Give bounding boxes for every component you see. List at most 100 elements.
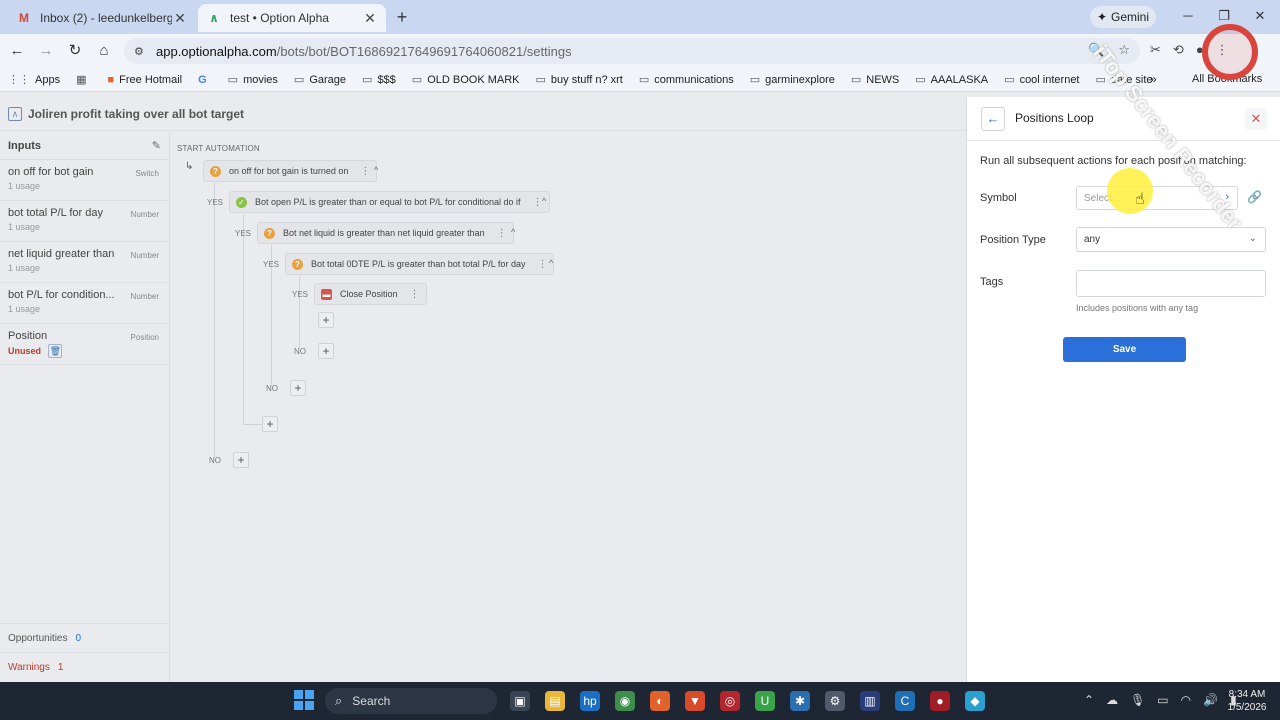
add-step-button[interactable]: +: [290, 380, 306, 396]
pencil-icon[interactable]: ✎: [152, 139, 161, 152]
file-explorer-icon[interactable]: ▤: [545, 691, 565, 711]
bookmark-folder[interactable]: ▭ cool internet: [1004, 73, 1079, 87]
bookmark-folder[interactable]: ▭ NEWS: [851, 73, 899, 87]
input-item[interactable]: net liquid greater than Number 1 usage: [0, 242, 169, 283]
window-close-icon[interactable]: ✕: [1248, 6, 1272, 26]
bookmarks-overflow-button[interactable]: »: [1150, 72, 1157, 86]
bookmark-folder[interactable]: ▭ AAALASKA: [915, 73, 988, 87]
new-tab-button[interactable]: +: [392, 7, 412, 27]
add-step-button[interactable]: +: [318, 343, 334, 359]
close-icon[interactable]: ✕: [1245, 108, 1267, 130]
warnings-row[interactable]: Warnings 1: [0, 652, 169, 681]
kebab-icon[interactable]: ⋮: [410, 289, 420, 300]
inputs-title: Inputs: [8, 139, 41, 152]
cloud-icon[interactable]: ☁: [1106, 693, 1118, 707]
input-item[interactable]: bot P/L for condition... Number 1 usage: [0, 283, 169, 324]
kebab-icon[interactable]: ⋮: [497, 228, 507, 239]
address-bar[interactable]: ⚙ app.optionalpha.com /bots/bot/BOT16869…: [124, 38, 1140, 64]
opportunities-row[interactable]: Opportunities 0: [0, 623, 169, 652]
tab-title: test • Option Alpha: [230, 11, 329, 25]
c-app-icon[interactable]: C: [895, 691, 915, 711]
forward-arrow-icon[interactable]: →: [35, 41, 57, 61]
wifi-icon[interactable]: ◠: [1181, 693, 1191, 707]
tab-option-alpha[interactable]: ∧ test • Option Alpha ✕: [198, 4, 386, 32]
bookmark-folder[interactable]: ▭ date site: [1096, 73, 1153, 87]
back-arrow-icon[interactable]: ←: [6, 41, 28, 61]
zoom-icon[interactable]: 🔍: [1088, 42, 1104, 58]
input-item[interactable]: Position Position Unused 🗑: [0, 324, 169, 365]
firefox-icon[interactable]: ◐: [650, 691, 670, 711]
chart-app-icon[interactable]: ▥: [860, 691, 880, 711]
chevron-up-icon[interactable]: ^: [511, 227, 515, 237]
trigger-node[interactable]: ? on off for bot gain is turned on ⋮: [203, 160, 378, 182]
symbol-select[interactable]: Select... ›: [1076, 186, 1238, 210]
display-icon[interactable]: ▭: [1157, 693, 1168, 707]
tab-groups-icon: ▦: [76, 74, 87, 86]
action-node[interactable]: ▬ Close Position ⋮: [314, 283, 427, 305]
input-item[interactable]: bot total P/L for day Number 1 usage: [0, 201, 169, 242]
tags-input[interactable]: [1076, 270, 1266, 297]
bookmark-folder[interactable]: ▭ buy stuff n? xrt: [536, 73, 623, 87]
add-step-button[interactable]: +: [262, 416, 278, 432]
volume-icon[interactable]: 🔊: [1203, 693, 1218, 707]
bookmark-folder[interactable]: ▭ Garage: [294, 73, 346, 87]
task-view-icon[interactable]: ▣: [510, 691, 530, 711]
network-app-icon[interactable]: ✱: [790, 691, 810, 711]
system-tray: ⌃ ☁ 🎙 ▭ ◠ 🔊 ▮: [1084, 693, 1237, 707]
save-button[interactable]: Save: [1063, 337, 1186, 362]
history-icon[interactable]: ⟲: [1173, 42, 1184, 58]
kebab-icon[interactable]: ⋮: [360, 166, 370, 177]
reload-icon[interactable]: ↻: [64, 41, 86, 61]
bookmark-folder[interactable]: ▭ movies: [228, 73, 278, 87]
condition-node[interactable]: ? Bot total 0DTE P/L is greater than bot…: [285, 253, 555, 275]
microphone-icon[interactable]: 🎙: [1130, 693, 1145, 707]
input-item[interactable]: on off for bot gain Switch 1 usage: [0, 160, 169, 201]
bookmark-folder[interactable]: ▭ communications: [639, 73, 734, 87]
input-usage: 1 usage: [8, 222, 41, 232]
condition-node[interactable]: ✓ Bot open P/L is greater than or equal …: [229, 191, 550, 213]
chevron-up-icon[interactable]: ⌃: [1084, 693, 1094, 707]
bookmark-free-hotmail[interactable]: ■ Free Hotmail: [107, 74, 182, 86]
condition-node[interactable]: ? Bot net liquid is greater than net liq…: [257, 222, 514, 244]
link-icon[interactable]: 🔗: [1247, 190, 1262, 204]
trash-icon[interactable]: 🗑: [48, 343, 63, 358]
taskbar-search[interactable]: ⌕ Search: [325, 688, 497, 714]
chevron-up-icon[interactable]: ^: [374, 165, 378, 175]
minimize-icon[interactable]: ─: [1176, 6, 1200, 26]
bookmark-google[interactable]: G: [198, 74, 212, 86]
extension-icon[interactable]: ✂: [1150, 42, 1161, 58]
bookmark-star-icon[interactable]: ☆: [1118, 42, 1130, 58]
chevron-up-icon[interactable]: ^: [549, 258, 553, 268]
settings-gear-icon[interactable]: ⚙: [825, 691, 845, 711]
windows-start-icon[interactable]: [294, 690, 314, 710]
check-icon: ✓: [236, 196, 247, 208]
site-info-icon[interactable]: ⚙: [134, 45, 148, 58]
add-step-button[interactable]: +: [318, 312, 334, 328]
recorder-app-icon[interactable]: ●: [930, 691, 950, 711]
home-icon[interactable]: ⌂: [93, 41, 115, 61]
browser-toolbar: ← → ↻ ⌂ ⚙ app.optionalpha.com /bots/bot/…: [0, 34, 1280, 68]
kebab-icon[interactable]: ⋮: [537, 259, 547, 270]
brave-icon[interactable]: ▼: [685, 691, 705, 711]
gemini-button[interactable]: ✦ Gemini: [1090, 6, 1156, 28]
upwork-icon[interactable]: U: [755, 691, 775, 711]
hp-icon[interactable]: hp: [580, 691, 600, 711]
tab-gmail[interactable]: M Inbox (2) - leedunkelberger@g ✕: [8, 4, 196, 32]
chevron-up-icon[interactable]: ^: [542, 196, 546, 206]
bookmark-folder[interactable]: ▭ $$$: [362, 73, 396, 87]
bookmark-apps[interactable]: ⋮⋮ Apps: [8, 73, 60, 87]
close-icon[interactable]: ✕: [172, 10, 188, 27]
add-step-button[interactable]: +: [233, 452, 249, 468]
option-alpha-app-icon[interactable]: ◆: [965, 691, 985, 711]
chrome-icon[interactable]: ◉: [615, 691, 635, 711]
bookmark-tab-groups[interactable]: ▦: [76, 73, 91, 86]
media-app-icon[interactable]: ◎: [720, 691, 740, 711]
bookmark-label: date site: [1110, 73, 1153, 86]
bookmark-folder[interactable]: ▭ garminexplore: [750, 73, 835, 87]
close-icon[interactable]: ✕: [362, 10, 378, 27]
back-arrow-icon[interactable]: ←: [981, 107, 1005, 131]
position-type-select[interactable]: any ⌄: [1076, 227, 1266, 252]
restore-icon[interactable]: ❐: [1212, 6, 1236, 26]
bookmark-folder[interactable]: ▭ OLD BOOK MARK: [412, 73, 520, 87]
taskbar-clock[interactable]: 8:34 AM 1/5/2026: [1222, 688, 1272, 714]
